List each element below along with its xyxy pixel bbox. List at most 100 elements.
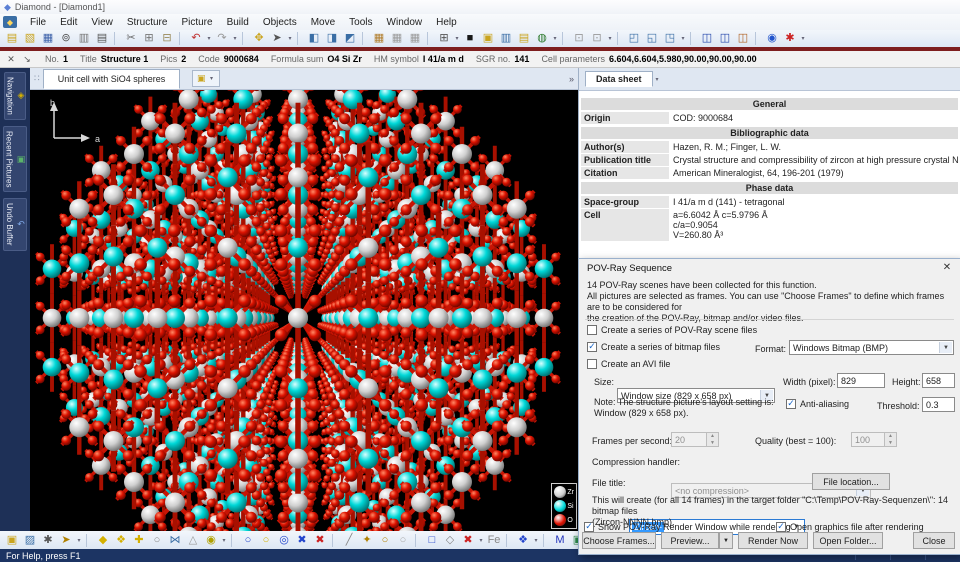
distance-histogram-icon[interactable]: ◫ bbox=[734, 30, 752, 47]
open-file-icon[interactable]: ▧ bbox=[21, 30, 39, 47]
table-atoms-icon[interactable]: ▦ bbox=[388, 30, 406, 47]
show-render-window-checkbox[interactable]: Show POV-Ray Render Window while renderi… bbox=[584, 522, 791, 532]
menu-structure[interactable]: Structure bbox=[120, 16, 175, 29]
delete-plane-icon[interactable]: ✖ bbox=[459, 532, 477, 549]
preview-dropdown-icon[interactable]: ▼ bbox=[719, 532, 733, 549]
open-folder-button[interactable]: Open Folder... bbox=[813, 532, 883, 549]
pan-icon[interactable]: ✥ bbox=[250, 30, 268, 47]
dropdown-arrow-icon[interactable]: ▾ bbox=[75, 537, 83, 544]
angle-tool-icon[interactable]: ○ bbox=[376, 532, 394, 549]
render-options-icon[interactable]: ✱ bbox=[781, 30, 799, 47]
ring-search-icon[interactable]: ○ bbox=[239, 532, 257, 549]
add-bond-icon[interactable]: ✚ bbox=[130, 532, 148, 549]
table-structures-icon[interactable]: ▦ bbox=[370, 30, 388, 47]
open-graphics-checkbox[interactable]: Open graphics file after rendering bbox=[776, 522, 924, 532]
structure-viewport[interactable]: b a ZrSiO bbox=[30, 90, 578, 531]
cascade-windows-icon[interactable]: ◱ bbox=[643, 30, 661, 47]
connect-atoms-icon[interactable]: ○ bbox=[148, 532, 166, 549]
quality-stepper[interactable]: 100 ▲▼ bbox=[851, 432, 897, 447]
scene-files-checkbox[interactable]: Create a series of POV-Ray scene files bbox=[587, 325, 757, 335]
picture-new-icon[interactable]: ◨ bbox=[323, 30, 341, 47]
measure-icon[interactable]: M bbox=[551, 532, 569, 549]
ring-atoms-icon[interactable]: ◎ bbox=[275, 532, 293, 549]
coordination-icon[interactable]: ◉ bbox=[202, 532, 220, 549]
format-select[interactable]: Windows Bitmap (BMP)▼ bbox=[789, 340, 954, 355]
plane-icon[interactable]: ◇ bbox=[441, 532, 459, 549]
paste-icon[interactable]: ⊟ bbox=[158, 30, 176, 47]
picture-tab[interactable]: Unit cell with SiO4 spheres bbox=[43, 69, 181, 89]
print-preview-icon[interactable]: ▥ bbox=[75, 30, 93, 47]
find-icon[interactable]: ⊚ bbox=[57, 30, 75, 47]
toolbar-grip-icon[interactable]: ∷ bbox=[34, 73, 39, 84]
file-location-button[interactable]: File location... bbox=[812, 473, 890, 490]
packing-icon[interactable]: ❖ bbox=[514, 532, 532, 549]
bond-tool-icon[interactable]: ╱ bbox=[340, 532, 358, 549]
dropdown-arrow-icon[interactable]: ▾ bbox=[477, 537, 485, 544]
dropdown-arrow-icon[interactable]: ▾ bbox=[220, 537, 228, 544]
dropdown-arrow-icon[interactable]: ▾ bbox=[679, 35, 687, 42]
layout-picture-icon[interactable]: ▤ bbox=[515, 30, 533, 47]
torsion-tool-icon[interactable]: ○ bbox=[394, 532, 412, 549]
picture-reset-icon[interactable]: ◩ bbox=[341, 30, 359, 47]
web-export-icon[interactable]: ◍ bbox=[533, 30, 551, 47]
copy-icon[interactable]: ⊞ bbox=[140, 30, 158, 47]
render-now-button[interactable]: Render Now bbox=[738, 532, 808, 549]
undo-icon[interactable]: ↶ bbox=[187, 30, 205, 47]
tab-data-sheet[interactable]: Data sheet bbox=[585, 71, 653, 87]
prev-picture-icon[interactable]: ⊡ bbox=[570, 30, 588, 47]
fragment-icon[interactable]: △ bbox=[184, 532, 202, 549]
dropdown-arrow-icon[interactable]: ▾ bbox=[606, 35, 614, 42]
dropdown-arrow-icon[interactable]: ▾ bbox=[453, 35, 461, 42]
overflow-chevron-icon[interactable]: » bbox=[569, 74, 574, 84]
dropdown-arrow-icon[interactable]: ▾ bbox=[532, 537, 540, 544]
dropdown-arrow-icon[interactable]: ▾ bbox=[231, 35, 239, 42]
ring-build-icon[interactable]: ○ bbox=[257, 532, 275, 549]
threshold-input[interactable]: 0.3 bbox=[922, 397, 955, 412]
new-structure-picture-icon[interactable]: ▣ bbox=[479, 30, 497, 47]
datasheet-menu-icon[interactable]: ▾ bbox=[656, 76, 659, 83]
molecule-icon[interactable]: ❖ bbox=[112, 532, 130, 549]
split-window-icon[interactable]: ◳ bbox=[661, 30, 679, 47]
copy-picture-icon[interactable]: ▥ bbox=[497, 30, 515, 47]
menu-edit[interactable]: Edit bbox=[53, 16, 84, 29]
diffraction-chart-icon[interactable]: ◫ bbox=[698, 30, 716, 47]
build-tools-icon[interactable]: ✱ bbox=[39, 532, 57, 549]
autobuild-icon[interactable]: ➤ bbox=[57, 532, 75, 549]
close-icon[interactable]: ✕ bbox=[940, 262, 954, 273]
picture-window-icon[interactable]: ◧ bbox=[305, 30, 323, 47]
menu-file[interactable]: File bbox=[23, 16, 53, 29]
close-button[interactable]: Close bbox=[913, 532, 955, 549]
preview-button[interactable]: Preview... bbox=[661, 532, 719, 549]
new-picture-button[interactable]: ▣▾ bbox=[192, 70, 220, 87]
destroy-all-icon[interactable]: ✖ bbox=[311, 532, 329, 549]
avi-file-checkbox[interactable]: Create an AVI file bbox=[587, 359, 670, 369]
fill-cell-icon[interactable]: ✦ bbox=[358, 532, 376, 549]
spin-down-icon[interactable]: ▼ bbox=[707, 440, 718, 447]
menu-picture[interactable]: Picture bbox=[174, 16, 219, 29]
fps-stepper[interactable]: 20 ▲▼ bbox=[671, 432, 719, 447]
sidebar-tab-undo-buffer[interactable]: ↶Undo Buffer bbox=[3, 198, 27, 251]
blackscreen-icon[interactable]: ■ bbox=[461, 30, 479, 47]
add-atom-icon[interactable]: ◆ bbox=[94, 532, 112, 549]
dropdown-arrow-icon[interactable]: ▾ bbox=[551, 35, 559, 42]
select-mode-icon[interactable]: ➤ bbox=[268, 30, 286, 47]
menu-objects[interactable]: Objects bbox=[256, 16, 304, 29]
spin-down-icon[interactable]: ▼ bbox=[885, 440, 896, 447]
unit-cell-icon[interactable]: □ bbox=[423, 532, 441, 549]
table-bonds-icon[interactable]: ▦ bbox=[406, 30, 424, 47]
dropdown-arrow-icon[interactable]: ▾ bbox=[799, 35, 807, 42]
height-input[interactable]: 658 bbox=[922, 373, 955, 388]
new-document-icon[interactable]: ▤ bbox=[3, 30, 21, 47]
bitmap-files-checkbox[interactable]: Create a series of bitmap files bbox=[587, 342, 720, 352]
povray-icon[interactable]: ◉ bbox=[763, 30, 781, 47]
choose-frames-button[interactable]: Choose Frames... bbox=[582, 532, 656, 549]
grid-view-icon[interactable]: ⊞ bbox=[435, 30, 453, 47]
menu-move[interactable]: Move bbox=[304, 16, 342, 29]
destroy-atoms-icon[interactable]: ✖ bbox=[293, 532, 311, 549]
element-symbol-icon[interactable]: Fe bbox=[485, 532, 503, 549]
representation-icon[interactable]: ▨ bbox=[21, 532, 39, 549]
dropdown-arrow-icon[interactable]: ▾ bbox=[286, 35, 294, 42]
goto-structure-icon[interactable]: ↘ bbox=[21, 54, 33, 65]
save-file-icon[interactable]: ▦ bbox=[39, 30, 57, 47]
powder-chart-icon[interactable]: ◫ bbox=[716, 30, 734, 47]
